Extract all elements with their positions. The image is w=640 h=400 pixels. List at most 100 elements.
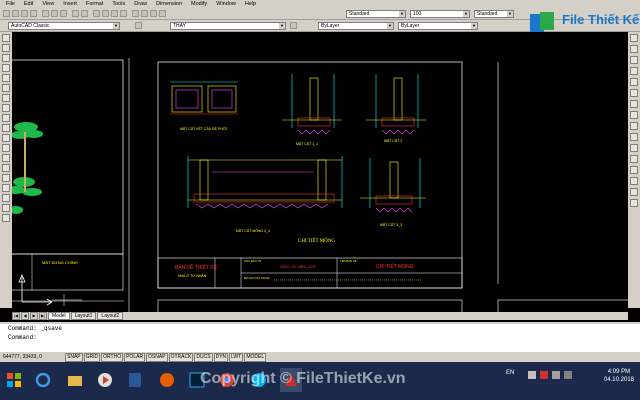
model-toggle[interactable]: MODEL (244, 352, 267, 362)
polyline-icon[interactable] (2, 54, 10, 62)
lwt-toggle[interactable]: LWT (229, 352, 244, 362)
dyn-toggle[interactable]: DYN (213, 352, 229, 362)
region-icon[interactable] (2, 194, 10, 202)
zoom-icon[interactable] (102, 10, 109, 17)
table-icon[interactable] (2, 204, 10, 212)
revision-cloud-icon[interactable] (2, 104, 10, 112)
design-center-icon[interactable] (141, 10, 148, 17)
last-tab-icon[interactable]: ▶| (39, 312, 47, 320)
clock[interactable]: 4:09 PM 04.10.2018 (604, 368, 634, 384)
paste-icon[interactable] (60, 10, 67, 17)
zoom-window-icon[interactable] (111, 10, 118, 17)
antivirus-icon[interactable] (540, 371, 548, 379)
ie-icon[interactable] (32, 368, 54, 392)
tab-model[interactable]: Model (48, 312, 70, 320)
prev-tab-icon[interactable]: ◀ (21, 312, 29, 320)
make-block-icon[interactable] (2, 154, 10, 162)
network-icon[interactable] (528, 371, 536, 379)
open-icon[interactable] (12, 10, 19, 17)
array-icon[interactable] (630, 78, 638, 86)
cut-icon[interactable] (42, 10, 49, 17)
rotate-icon[interactable] (630, 100, 638, 108)
command-prompt[interactable]: Command: (0, 333, 640, 342)
menu-file[interactable]: File (6, 1, 15, 7)
workspace-select[interactable]: AutoCAD Classic ▼ (8, 22, 120, 30)
volume-icon[interactable] (552, 371, 560, 379)
tool-palettes-icon[interactable] (150, 10, 157, 17)
grid-toggle[interactable]: GRID (83, 352, 101, 362)
mirror-icon[interactable] (630, 56, 638, 64)
ellipse-icon[interactable] (2, 124, 10, 132)
undo-icon[interactable] (72, 10, 79, 17)
construction-line-icon[interactable] (2, 44, 10, 52)
zoom-previous-icon[interactable] (120, 10, 127, 17)
battery-icon[interactable] (564, 371, 572, 379)
menu-dimension[interactable]: Dimension (156, 1, 182, 7)
menu-view[interactable]: View (42, 1, 54, 7)
media-player-icon[interactable] (94, 368, 116, 392)
explorer-icon[interactable] (64, 368, 86, 392)
next-tab-icon[interactable]: ▶ (30, 312, 38, 320)
otrack-toggle[interactable]: OTRACK (168, 352, 194, 362)
word-icon[interactable] (124, 368, 146, 392)
menu-window[interactable]: Window (216, 1, 236, 7)
linetype-select[interactable]: ByLayer ▼ (398, 22, 478, 30)
language-indicator[interactable]: EN (506, 370, 514, 376)
stretch-icon[interactable] (630, 122, 638, 130)
extend-icon[interactable] (630, 144, 638, 152)
print-icon[interactable] (30, 10, 37, 17)
make-current-icon[interactable] (290, 22, 297, 29)
osnap-toggle[interactable]: OSNAP (146, 352, 168, 362)
layer-properties-icon[interactable] (135, 22, 142, 29)
polar-toggle[interactable]: POLAR (124, 352, 146, 362)
polygon-icon[interactable] (2, 64, 10, 72)
rectangle-icon[interactable] (2, 74, 10, 82)
windows-start-icon[interactable] (6, 372, 22, 388)
copy-object-icon[interactable] (630, 45, 638, 53)
color-select[interactable]: ByLayer ▼ (318, 22, 394, 30)
ellipse-arc-icon[interactable] (2, 134, 10, 142)
tab-layout1[interactable]: Layout1 (70, 312, 97, 320)
scale-icon[interactable] (630, 111, 638, 119)
properties-icon[interactable] (132, 10, 139, 17)
move-icon[interactable] (630, 89, 638, 97)
spline-icon[interactable] (2, 114, 10, 122)
first-tab-icon[interactable]: |◀ (12, 312, 20, 320)
ortho-toggle[interactable]: ORTHO (101, 352, 124, 362)
help-icon[interactable] (159, 10, 166, 17)
layer-select[interactable]: THAY ▼ (170, 22, 286, 30)
point-icon[interactable] (2, 164, 10, 172)
snap-toggle[interactable]: SNAP (65, 352, 83, 362)
line-icon[interactable] (2, 34, 10, 42)
menu-insert[interactable]: Insert (63, 1, 77, 7)
menu-tools[interactable]: Tools (112, 1, 125, 7)
firefox-icon[interactable] (156, 368, 178, 392)
offset-icon[interactable] (630, 67, 638, 75)
join-icon[interactable] (630, 166, 638, 174)
arc-icon[interactable] (2, 84, 10, 92)
table-style-select[interactable]: Standard ▼ (474, 10, 514, 18)
explode-icon[interactable] (630, 199, 638, 207)
menu-modify[interactable]: Modify (191, 1, 207, 7)
break-icon[interactable] (630, 155, 638, 163)
circle-icon[interactable] (2, 94, 10, 102)
redo-icon[interactable] (81, 10, 88, 17)
menu-format[interactable]: Format (86, 1, 103, 7)
pan-icon[interactable] (93, 10, 100, 17)
save-icon[interactable] (21, 10, 28, 17)
fillet-icon[interactable] (630, 188, 638, 196)
ducs-toggle[interactable]: DUCS (194, 352, 213, 362)
text-style-select[interactable]: Standard ▼ (346, 10, 406, 18)
gradient-icon[interactable] (2, 184, 10, 192)
chamfer-icon[interactable] (630, 177, 638, 185)
menu-help[interactable]: Help (245, 1, 256, 7)
dim-scale-select[interactable]: 100 ▼ (410, 10, 470, 18)
trim-icon[interactable] (630, 133, 638, 141)
command-window[interactable]: Command: _qsave Command: (0, 322, 640, 352)
menu-draw[interactable]: Draw (134, 1, 147, 7)
tab-layout2[interactable]: Layout2 (97, 312, 124, 320)
menu-edit[interactable]: Edit (24, 1, 33, 7)
new-icon[interactable] (3, 10, 10, 17)
insert-block-icon[interactable] (2, 144, 10, 152)
copy-icon[interactable] (51, 10, 58, 17)
